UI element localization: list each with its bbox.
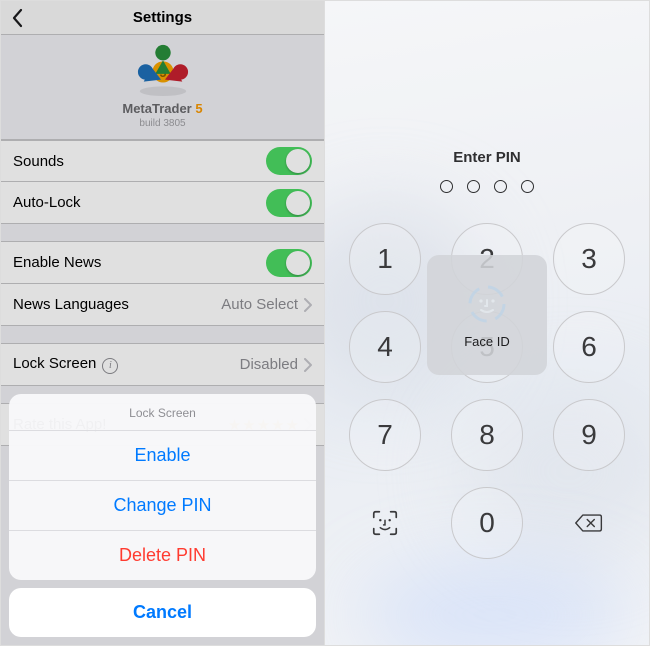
app-name: MetaTrader 5 [1,101,324,116]
pin-dot [467,180,480,193]
pin-dot [440,180,453,193]
key-9[interactable]: 9 [553,399,625,471]
section-gap [1,326,324,344]
app-name-text: MetaTrader [122,101,191,116]
row-value: Auto Select [221,296,298,313]
row-label: Auto-Lock [13,194,266,211]
chevron-left-icon [11,8,23,28]
sheet-title: Lock Screen [9,394,316,431]
row-label: Sounds [13,153,266,170]
page-title: Settings [133,9,192,26]
faceid-label: Face ID [464,334,510,349]
chevron-right-icon [304,296,312,313]
section-gap [1,224,324,242]
key-7[interactable]: 7 [349,399,421,471]
pin-title: Enter PIN [453,149,521,166]
row-label: Lock Screen i [13,355,240,374]
sheet-change-pin-button[interactable]: Change PIN [9,481,316,531]
row-label-text: Lock Screen [13,355,96,372]
key-0[interactable]: 0 [451,487,523,559]
pin-dot [521,180,534,193]
chevron-right-icon [304,356,312,373]
app-info-block: 5 MetaTrader 5 build 3805 [1,35,324,140]
sheet-cancel-button[interactable]: Cancel [9,588,316,637]
key-1[interactable]: 1 [349,223,421,295]
action-sheet-group: Lock Screen Enable Change PIN Delete PIN [9,394,316,580]
key-backspace[interactable] [553,487,625,559]
row-enable-news[interactable]: Enable News [1,242,324,284]
sounds-toggle[interactable] [266,147,312,175]
key-4[interactable]: 4 [349,311,421,383]
sheet-delete-pin-button[interactable]: Delete PIN [9,531,316,580]
action-sheet: Lock Screen Enable Change PIN Delete PIN… [9,394,316,637]
pin-entry-screen: Enter PIN 1 2 3 4 5 6 7 8 9 [325,1,649,645]
key-faceid[interactable] [349,487,421,559]
settings-screen: Settings 5 MetaTrader 5 build 3805 Sound… [1,1,325,645]
row-lock-screen[interactable]: Lock Screen i Disabled [1,344,324,386]
backspace-icon [574,508,604,538]
row-autolock[interactable]: Auto-Lock [1,182,324,224]
background-blur [355,565,635,645]
row-value: Disabled [240,356,298,373]
news-toggle[interactable] [266,249,312,277]
row-news-languages[interactable]: News Languages Auto Select [1,284,324,326]
build-label: build 3805 [1,118,324,129]
back-button[interactable] [7,6,27,30]
faceid-popup: Face ID [427,255,547,375]
pin-dot [494,180,507,193]
faceid-scan-icon [465,282,509,326]
key-8[interactable]: 8 [451,399,523,471]
app-name-highlight: 5 [195,101,202,116]
autolock-toggle[interactable] [266,189,312,217]
row-sounds[interactable]: Sounds [1,140,324,182]
pin-dots [440,180,534,193]
metatrader-logo-icon: 5 [134,43,192,97]
header: Settings [1,1,324,35]
info-icon[interactable]: i [102,358,118,374]
key-3[interactable]: 3 [553,223,625,295]
row-label: News Languages [13,296,221,313]
sheet-enable-button[interactable]: Enable [9,431,316,481]
row-label: Enable News [13,254,266,271]
faceid-icon [370,508,400,538]
key-6[interactable]: 6 [553,311,625,383]
